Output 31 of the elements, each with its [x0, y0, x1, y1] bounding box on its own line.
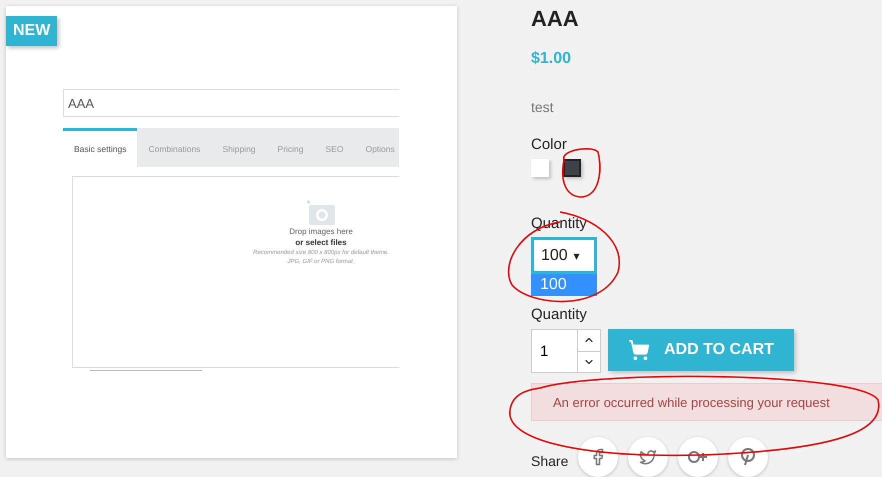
color-swatch[interactable]: [531, 159, 549, 177]
tab[interactable]: Pricing: [266, 128, 315, 167]
new-badge: NEW: [6, 16, 58, 46]
tab[interactable]: Options: [354, 128, 406, 167]
error-message: An error occurred while processing your request: [531, 383, 882, 421]
social-button[interactable]: [628, 437, 668, 477]
tab[interactable]: Combinations: [137, 128, 212, 167]
tab[interactable]: SEO: [314, 128, 354, 167]
dropzone-title: Drop images here: [289, 227, 353, 236]
product-title: AAA: [531, 6, 579, 32]
bird-icon: [639, 448, 658, 466]
tab[interactable]: Shipping: [211, 128, 267, 167]
color-label: Color: [531, 136, 567, 153]
quantity-select[interactable]: 100 ▾: [531, 237, 597, 274]
add-to-cart-button[interactable]: ADD TO CART: [608, 329, 794, 371]
share-label: Share: [531, 453, 568, 469]
select-files-link[interactable]: or select files: [295, 238, 347, 247]
tab[interactable]: Basic settings: [63, 128, 138, 167]
product-price: $1.00: [531, 50, 572, 68]
dropdown-option[interactable]: 100: [531, 274, 597, 296]
color-swatch[interactable]: [563, 159, 581, 177]
g-plus-icon: [688, 450, 708, 464]
name-field[interactable]: AAA: [63, 89, 399, 117]
social-button[interactable]: [678, 437, 718, 477]
social-button[interactable]: [728, 437, 768, 477]
product-description: test: [531, 99, 554, 115]
quantity-input[interactable]: 1: [531, 329, 601, 373]
social-button[interactable]: [578, 437, 618, 477]
quantity-label: Quantity: [531, 306, 587, 323]
pin-icon: [740, 448, 756, 466]
cart-icon: [628, 339, 650, 361]
